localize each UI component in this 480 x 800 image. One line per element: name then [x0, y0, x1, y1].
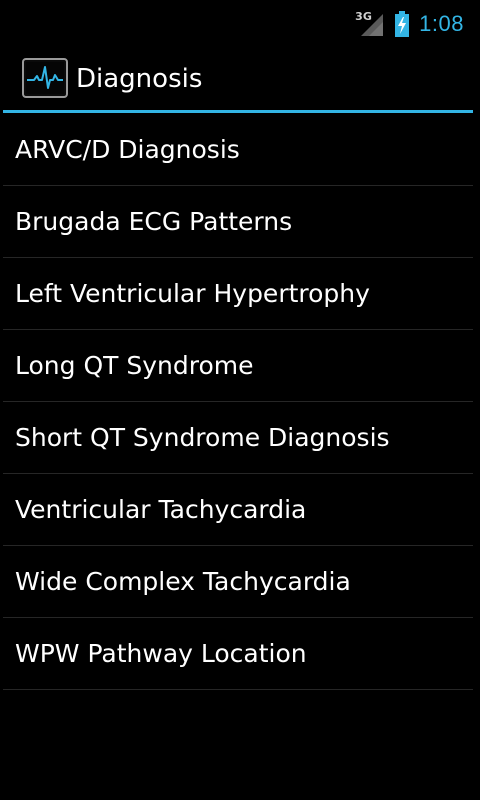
list-item-label: Short QT Syndrome Diagnosis — [15, 423, 390, 452]
list-item-long-qt[interactable]: Long QT Syndrome — [3, 330, 473, 402]
status-icons: 3G 1:08 — [355, 8, 464, 40]
ecg-heartbeat-icon[interactable] — [22, 58, 68, 98]
cell-signal-icon: 3G — [355, 10, 385, 38]
list-item-label: Ventricular Tachycardia — [15, 495, 307, 524]
list-item-vt[interactable]: Ventricular Tachycardia — [3, 474, 473, 546]
action-bar-divider — [3, 110, 473, 113]
list-item-wpw[interactable]: WPW Pathway Location — [3, 618, 473, 690]
list-item-label: Brugada ECG Patterns — [15, 207, 293, 236]
status-clock: 1:08 — [419, 11, 464, 36]
list-item-label: ARVC/D Diagnosis — [15, 135, 240, 164]
list-item-label: Long QT Syndrome — [15, 351, 254, 380]
list-item-wide-complex[interactable]: Wide Complex Tachycardia — [3, 546, 473, 618]
list-item-lvh[interactable]: Left Ventricular Hypertrophy — [3, 258, 473, 330]
list-item-label: Left Ventricular Hypertrophy — [15, 279, 370, 308]
list-item-label: Wide Complex Tachycardia — [15, 567, 351, 596]
diagnosis-list: ARVC/D Diagnosis Brugada ECG Patterns Le… — [0, 114, 480, 690]
list-item-label: WPW Pathway Location — [15, 639, 307, 668]
list-item-short-qt[interactable]: Short QT Syndrome Diagnosis — [3, 402, 473, 474]
list-item-arvcd[interactable]: ARVC/D Diagnosis — [3, 114, 473, 186]
page-title: Diagnosis — [76, 64, 203, 94]
status-bar: 3G 1:08 — [0, 0, 480, 48]
battery-charging-icon — [395, 11, 410, 37]
list-item-brugada[interactable]: Brugada ECG Patterns — [3, 186, 473, 258]
action-bar: Diagnosis — [0, 48, 480, 112]
